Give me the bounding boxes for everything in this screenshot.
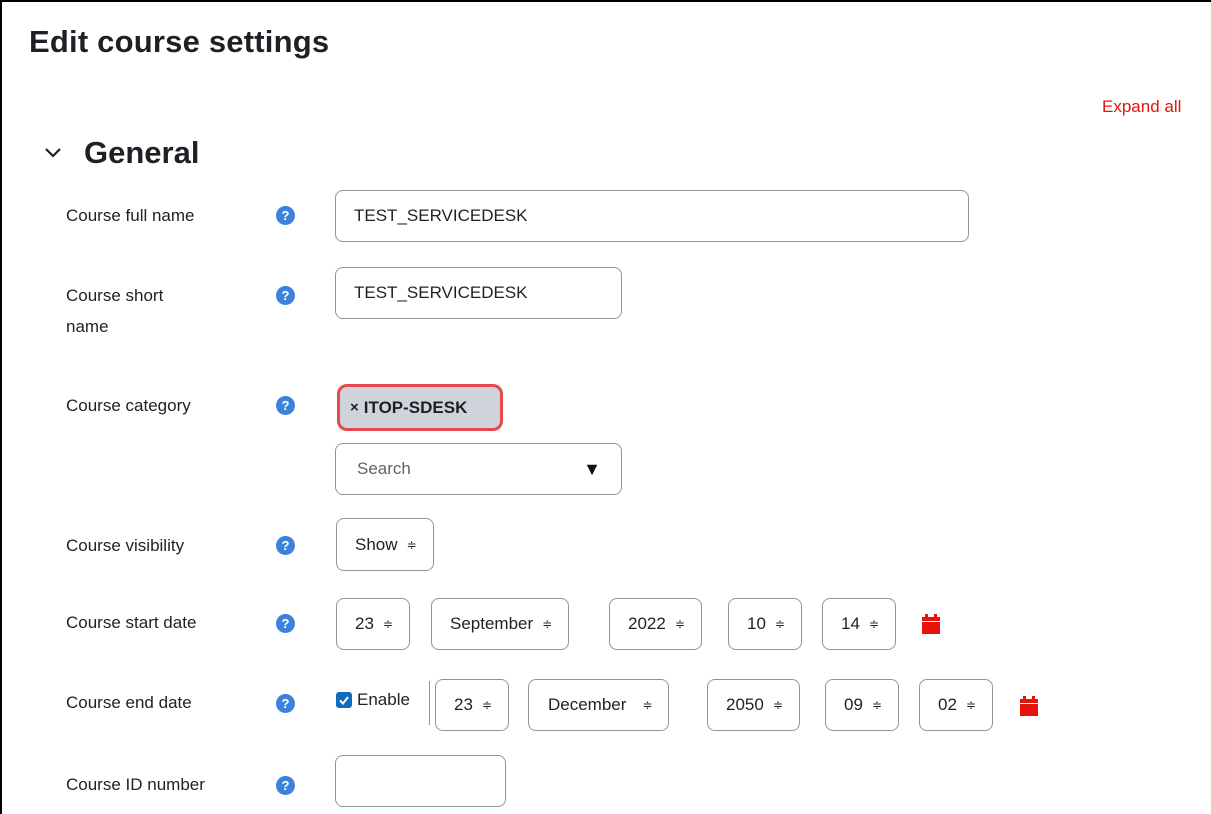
enable-label: Enable xyxy=(357,690,410,709)
short-name-label: Course short name xyxy=(66,282,226,340)
full-name-label: Course full name xyxy=(66,206,195,225)
select-arrows-icon: ≑ xyxy=(871,698,882,712)
short-name-label-line1: Course short xyxy=(66,286,164,305)
short-name-input[interactable]: TEST_SERVICEDESK xyxy=(335,267,622,319)
chevron-down-icon xyxy=(45,148,61,158)
calendar-icon[interactable] xyxy=(922,614,940,634)
category-label: Course category xyxy=(66,396,191,415)
check-icon xyxy=(339,696,349,706)
help-icon[interactable]: ? xyxy=(276,286,295,305)
end-day-select[interactable]: 23 ≑ xyxy=(435,679,509,731)
end-year-select[interactable]: 2050 ≑ xyxy=(707,679,800,731)
category-search-input[interactable] xyxy=(355,458,555,480)
help-icon[interactable]: ? xyxy=(276,614,295,633)
dropdown-caret-icon[interactable]: ▼ xyxy=(583,459,601,480)
start-date-label: Course start date xyxy=(66,613,197,632)
expand-all-link[interactable]: Expand all xyxy=(1102,97,1181,117)
section-title: General xyxy=(84,135,200,170)
id-number-input[interactable] xyxy=(335,755,506,807)
select-arrows-icon: ≑ xyxy=(674,617,685,631)
help-icon[interactable]: ? xyxy=(276,694,295,713)
select-arrows-icon: ≑ xyxy=(382,617,393,631)
page-title: Edit course settings xyxy=(29,24,330,59)
select-arrows-icon: ≑ xyxy=(965,698,976,712)
visibility-select[interactable]: Show ≑ xyxy=(336,518,434,571)
start-day-value: 23 xyxy=(355,614,374,633)
start-month-value: September xyxy=(450,614,534,633)
enable-divider xyxy=(429,681,430,725)
start-day-select[interactable]: 23 ≑ xyxy=(336,598,410,650)
calendar-icon[interactable] xyxy=(1020,696,1038,716)
help-icon[interactable]: ? xyxy=(276,396,295,415)
start-month-select[interactable]: September ≑ xyxy=(431,598,570,650)
select-arrows-icon: ≑ xyxy=(868,617,879,631)
end-hour-select[interactable]: 09 ≑ xyxy=(825,679,899,731)
end-month-select[interactable]: December ≑ xyxy=(528,679,670,731)
select-arrows-icon: ≑ xyxy=(406,537,417,552)
help-icon[interactable]: ? xyxy=(276,536,295,555)
visibility-label: Course visibility xyxy=(66,536,185,555)
help-icon[interactable]: ? xyxy=(276,206,295,225)
visibility-value: Show xyxy=(355,534,398,554)
select-arrows-icon: ≑ xyxy=(642,698,653,712)
end-day-value: 23 xyxy=(454,695,473,714)
start-hour-value: 10 xyxy=(747,614,766,633)
page-frame: Edit course settings Expand all General … xyxy=(0,0,1211,814)
help-icon[interactable]: ? xyxy=(276,776,295,795)
enable-checkbox[interactable] xyxy=(336,692,352,708)
end-date-enable[interactable]: Enable xyxy=(336,690,410,710)
short-name-label-line2: name xyxy=(66,317,109,336)
end-minute-value: 02 xyxy=(938,695,957,714)
chip-remove-icon[interactable]: × xyxy=(350,399,359,416)
start-hour-select[interactable]: 10 ≑ xyxy=(728,598,802,650)
select-arrows-icon: ≑ xyxy=(481,698,492,712)
select-arrows-icon: ≑ xyxy=(774,617,785,631)
end-year-value: 2050 xyxy=(726,695,764,714)
id-number-label: Course ID number xyxy=(66,775,205,794)
end-date-label: Course end date xyxy=(66,693,192,712)
category-search[interactable]: ▼ xyxy=(335,443,622,495)
start-minute-value: 14 xyxy=(841,614,860,633)
category-chip[interactable]: × ITOP-SDESK xyxy=(337,384,503,431)
start-year-select[interactable]: 2022 ≑ xyxy=(609,598,702,650)
select-arrows-icon: ≑ xyxy=(772,698,783,712)
start-year-value: 2022 xyxy=(628,614,666,633)
chip-label: ITOP-SDESK xyxy=(363,397,468,417)
section-header-general[interactable]: General xyxy=(42,135,199,171)
full-name-input[interactable]: TEST_SERVICEDESK xyxy=(335,190,969,242)
select-arrows-icon: ≑ xyxy=(542,617,553,631)
end-hour-value: 09 xyxy=(844,695,863,714)
end-month-value: December xyxy=(548,695,627,714)
end-minute-select[interactable]: 02 ≑ xyxy=(919,679,993,731)
start-minute-select[interactable]: 14 ≑ xyxy=(822,598,896,650)
